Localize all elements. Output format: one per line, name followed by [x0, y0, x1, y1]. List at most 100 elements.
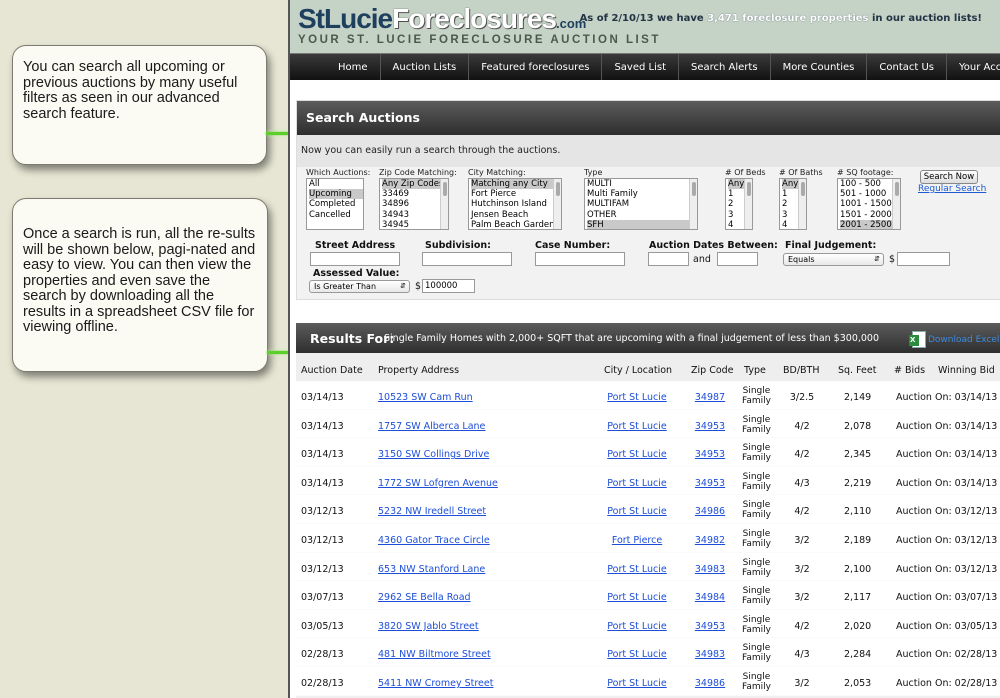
cell-sq-feet: 2,078 — [844, 420, 872, 432]
zip-code-list[interactable]: Any Zip Codes 33469 34896 34943 34945 — [379, 178, 449, 230]
zip-link[interactable]: 34953 — [695, 421, 725, 432]
beds-list[interactable]: Any 1 2 3 4 — [725, 178, 753, 230]
col-sq-feet[interactable]: Sq. Feet — [838, 365, 876, 376]
city-list[interactable]: Matching any City Fort Pierce Hutchinson… — [468, 178, 562, 230]
judgement-amount-input[interactable] — [897, 252, 950, 266]
site-logo[interactable]: StLucieForeclosures.com — [298, 3, 586, 35]
zip-link[interactable]: 34983 — [695, 649, 725, 660]
auction-dates-label: Auction Dates Between: — [649, 240, 778, 251]
property-address-link[interactable]: 481 NW Biltmore Street — [378, 649, 491, 660]
sqft-list[interactable]: 100 - 500 501 - 1000 1001 - 1500 1501 - … — [837, 178, 901, 230]
cell-bd-bth: 3/2 — [794, 563, 810, 575]
scrollbar[interactable] — [440, 179, 448, 229]
scrollbar[interactable] — [553, 179, 561, 229]
property-address-link[interactable]: 3820 SW Jablo Street — [378, 621, 479, 632]
col-auction-date[interactable]: Auction Date — [301, 365, 363, 376]
zip-link[interactable]: 34986 — [695, 678, 725, 689]
cell-type: Single Family — [742, 614, 771, 635]
date-to-input[interactable] — [717, 252, 758, 266]
baths-label: # Of Baths — [779, 168, 823, 177]
which-auctions-list[interactable]: All Upcoming Completed Cancelled — [306, 178, 364, 230]
street-address-input[interactable] — [310, 252, 400, 266]
subdivision-input[interactable] — [422, 252, 512, 266]
assessed-value-input[interactable]: 100000 — [422, 279, 475, 293]
cell-bd-bth: 3/2 — [794, 535, 810, 546]
nav-auction-lists[interactable]: Auction Lists — [379, 54, 469, 80]
dollar-sign: $ — [415, 281, 422, 292]
website-page: StLucieForeclosures.com YOUR ST. LUCIE F… — [288, 0, 1000, 698]
city-link[interactable]: Port St Lucie — [607, 449, 666, 460]
nav-home[interactable]: Home — [326, 54, 380, 80]
zip-link[interactable]: 34987 — [695, 392, 725, 403]
col-city[interactable]: City / Location — [604, 365, 672, 376]
nav-account[interactable]: Your Account — [946, 54, 1000, 80]
city-link[interactable]: Port St Lucie — [607, 421, 666, 432]
search-now-button[interactable]: Search Now — [920, 170, 978, 184]
nav-search-alerts[interactable]: Search Alerts — [678, 54, 770, 80]
zip-link[interactable]: 34953 — [695, 621, 725, 632]
zip-link[interactable]: 34983 — [695, 564, 725, 575]
col-bids[interactable]: # Bids — [894, 365, 925, 376]
col-bd-bth[interactable]: BD/BTH — [783, 365, 820, 376]
baths-list[interactable]: Any 1 2 3 4 — [779, 178, 807, 230]
property-address-link[interactable]: 1772 SW Lofgren Avenue — [378, 478, 498, 489]
zip-link[interactable]: 34953 — [695, 449, 725, 460]
city-link[interactable]: Port St Lucie — [607, 678, 666, 689]
cell-bids: Auction On: 03/14/13 — [896, 449, 998, 461]
cell-type: Single Family — [742, 471, 771, 492]
cell-bids: Auction On: 03/07/13 — [896, 592, 998, 604]
beds-label: # Of Beds — [725, 168, 766, 177]
nav-featured[interactable]: Featured foreclosures — [468, 54, 601, 80]
city-link[interactable]: Port St Lucie — [607, 649, 666, 660]
property-address-link[interactable]: 2962 SE Bella Road — [378, 592, 471, 603]
assessed-operator-select[interactable]: Is Greater Than ⇵ — [309, 280, 410, 293]
nav-saved-list[interactable]: Saved List — [601, 54, 678, 80]
scrollbar[interactable] — [798, 179, 806, 229]
city-link[interactable]: Port St Lucie — [607, 478, 666, 489]
main-nav: Home Auction Lists Featured foreclosures… — [290, 53, 1000, 80]
nav-contact[interactable]: Contact Us — [866, 54, 946, 80]
property-address-link[interactable]: 5411 NW Cromey Street — [378, 678, 493, 689]
zip-link[interactable]: 34982 — [695, 535, 725, 546]
property-address-link[interactable]: 10523 SW Cam Run — [378, 392, 473, 403]
col-zip[interactable]: Zip Code — [691, 365, 734, 376]
judgement-operator-select[interactable]: Equals ⇵ — [783, 253, 884, 266]
sqft-label: # SQ footage: — [837, 168, 894, 177]
table-row: 03/14/13 3150 SW Collings Drive Port St Lu… — [296, 438, 1000, 467]
city-link[interactable]: Fort Pierce — [612, 535, 662, 546]
results-title: Results For: — [310, 331, 395, 346]
cell-type: Single Family — [742, 500, 771, 521]
scrollbar[interactable] — [892, 179, 900, 229]
property-address-link[interactable]: 5232 NW Iredell Street — [378, 506, 486, 517]
zip-link[interactable]: 34986 — [695, 506, 725, 517]
col-winning-bid[interactable]: Winning Bid — [938, 365, 995, 376]
and-label: and — [693, 254, 711, 265]
col-property-address[interactable]: Property Address — [378, 365, 459, 376]
regular-search-link[interactable]: Regular Search — [918, 184, 986, 194]
property-address-link[interactable]: 4360 Gator Trace Circle — [378, 535, 490, 546]
city-link[interactable]: Port St Lucie — [607, 564, 666, 575]
table-row: 03/14/13 1772 SW Lofgren Avenue Port St Lu… — [296, 466, 1000, 496]
property-address-link[interactable]: 1757 SW Alberca Lane — [378, 421, 485, 432]
cell-type: Single Family — [742, 529, 771, 549]
property-address-link[interactable]: 653 NW Stanford Lane — [378, 564, 485, 575]
city-link[interactable]: Port St Lucie — [607, 621, 666, 632]
zip-link[interactable]: 34953 — [695, 478, 725, 489]
table-row: 03/12/13 5232 NW Iredell Street Port St Lu… — [296, 495, 1000, 524]
col-type[interactable]: Type — [744, 365, 766, 376]
city-link[interactable]: Port St Lucie — [607, 506, 666, 517]
download-excel-link[interactable]: Download Excel — [909, 331, 999, 348]
cell-bids: Auction On: 03/12/13 — [896, 535, 998, 546]
scrollbar[interactable] — [689, 179, 697, 229]
nav-more-counties[interactable]: More Counties — [769, 54, 867, 80]
cell-bd-bth: 4/2 — [794, 449, 810, 461]
scrollbar[interactable] — [744, 179, 752, 229]
city-link[interactable]: Port St Lucie — [607, 592, 666, 603]
cell-sq-feet: 2,100 — [844, 563, 872, 575]
city-link[interactable]: Port St Lucie — [607, 392, 666, 403]
case-number-input[interactable] — [535, 252, 625, 266]
zip-link[interactable]: 34984 — [695, 592, 725, 603]
property-address-link[interactable]: 3150 SW Collings Drive — [378, 449, 489, 460]
date-from-input[interactable] — [648, 252, 689, 266]
type-list[interactable]: MULTI Multi Family MULTIFAM OTHER SFH — [584, 178, 698, 230]
